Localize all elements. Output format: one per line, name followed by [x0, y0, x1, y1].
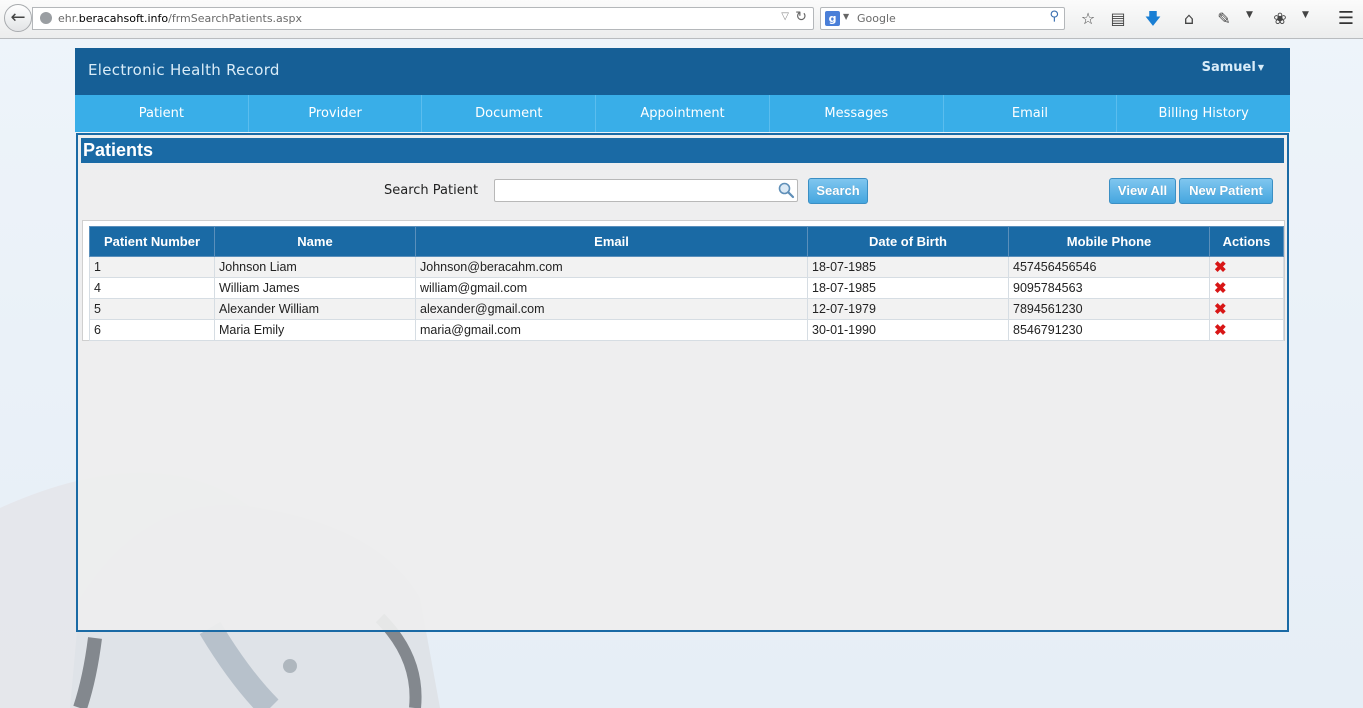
table-header-row: Patient Number Name Email Date of Birth …	[89, 226, 1284, 257]
magnifier-icon	[778, 182, 795, 199]
back-button[interactable]: ←	[4, 4, 32, 32]
cell-email: maria@gmail.com	[415, 319, 808, 341]
nav-item-provider[interactable]: Provider	[249, 95, 423, 132]
column-header-email[interactable]: Email	[415, 226, 808, 257]
search-patient-input[interactable]	[499, 181, 783, 202]
cell-patient-number: 1	[89, 256, 215, 278]
nav-item-billing-history[interactable]: Billing History	[1117, 95, 1290, 132]
column-header-actions: Actions	[1209, 226, 1284, 257]
cell-name: Maria Emily	[214, 319, 416, 341]
reload-icon[interactable]: ↻	[795, 9, 807, 25]
nav-item-document[interactable]: Document	[422, 95, 597, 132]
google-icon[interactable]: g	[825, 11, 840, 26]
download-icon[interactable]: 🡇	[1142, 8, 1164, 30]
search-button[interactable]: Search	[808, 178, 868, 204]
column-header-patient-number[interactable]: Patient Number	[89, 226, 215, 257]
browser-search-bar[interactable]: g ▼ Google ⚲	[820, 7, 1065, 30]
nav-item-messages[interactable]: Messages	[770, 95, 944, 132]
search-engine-placeholder: Google	[857, 12, 896, 25]
cell-date-of-birth: 12-07-1979	[807, 298, 1009, 320]
cell-date-of-birth: 30-01-1990	[807, 319, 1009, 341]
reading-list-icon[interactable]: ▤	[1107, 8, 1129, 30]
patients-panel: Patients Search Patient Search View All …	[76, 133, 1289, 632]
column-header-name[interactable]: Name	[214, 226, 416, 257]
cell-date-of-birth: 18-07-1985	[807, 256, 1009, 278]
cell-actions: ✖	[1209, 298, 1284, 320]
bookmark-star-icon[interactable]: ☆	[1077, 8, 1099, 30]
delete-x-icon[interactable]: ✖	[1214, 280, 1227, 297]
address-bar[interactable]: ehr.beracahsoft.info/frmSearchPatients.a…	[32, 7, 814, 30]
home-icon[interactable]: ⌂	[1178, 8, 1200, 30]
cell-patient-number: 5	[89, 298, 215, 320]
patients-table-container: Patient Number Name Email Date of Birth …	[82, 220, 1285, 341]
cell-mobile-phone: 8546791230	[1008, 319, 1210, 341]
cell-patient-number: 6	[89, 319, 215, 341]
app-header: Electronic Health Record Samuel ▼	[75, 48, 1290, 95]
browser-toolbar: ← ehr.beracahsoft.info/frmSearchPatients…	[0, 0, 1363, 39]
user-name: Samuel	[1201, 60, 1256, 75]
search-patient-field[interactable]	[494, 179, 798, 202]
search-go-icon[interactable]: ⚲	[1049, 9, 1059, 24]
cell-actions: ✖	[1209, 319, 1284, 341]
cell-actions: ✖	[1209, 256, 1284, 278]
cell-email: william@gmail.com	[415, 277, 808, 299]
delete-x-icon[interactable]: ✖	[1214, 301, 1227, 318]
history-dropdown-icon[interactable]: ▽	[781, 11, 789, 22]
table-row[interactable]: 4 William James william@gmail.com 18-07-…	[89, 277, 1284, 299]
new-patient-button[interactable]: New Patient	[1179, 178, 1273, 204]
cell-email: alexander@gmail.com	[415, 298, 808, 320]
engine-dropdown-icon[interactable]: ▼	[843, 12, 849, 21]
cell-email: Johnson@beracahm.com	[415, 256, 808, 278]
main-nav: Patient Provider Document Appointment Me…	[75, 95, 1290, 132]
column-header-mobile-phone[interactable]: Mobile Phone	[1008, 226, 1210, 257]
app-title: Electronic Health Record	[88, 61, 280, 79]
nav-item-patient[interactable]: Patient	[75, 95, 249, 132]
table-row[interactable]: 1 Johnson Liam Johnson@beracahm.com 18-0…	[89, 256, 1284, 278]
cell-name: Alexander William	[214, 298, 416, 320]
cell-mobile-phone: 7894561230	[1008, 298, 1210, 320]
addon-extension-icon[interactable]: ❀	[1269, 8, 1291, 30]
user-caret-icon: ▼	[1257, 63, 1264, 72]
user-menu[interactable]: Samuel ▼	[1202, 60, 1264, 75]
cell-date-of-birth: 18-07-1985	[807, 277, 1009, 299]
cell-mobile-phone: 9095784563	[1008, 277, 1210, 299]
search-patient-label: Search Patient	[384, 183, 479, 198]
cell-name: William James	[214, 277, 416, 299]
cell-patient-number: 4	[89, 277, 215, 299]
view-all-button[interactable]: View All	[1109, 178, 1176, 204]
hamburger-menu-icon[interactable]: ☰	[1335, 8, 1357, 30]
panel-title: Patients	[81, 138, 1284, 163]
globe-icon	[40, 12, 52, 24]
addon-tool-dropdown-icon[interactable]: ▼	[1246, 10, 1253, 20]
addon-tool-icon[interactable]: ✎	[1213, 8, 1235, 30]
nav-item-email[interactable]: Email	[944, 95, 1118, 132]
cell-name: Johnson Liam	[214, 256, 416, 278]
delete-x-icon[interactable]: ✖	[1214, 259, 1227, 276]
column-header-date-of-birth[interactable]: Date of Birth	[807, 226, 1009, 257]
table-row[interactable]: 5 Alexander William alexander@gmail.com …	[89, 298, 1284, 320]
patients-table: Patient Number Name Email Date of Birth …	[89, 226, 1284, 341]
nav-item-appointment[interactable]: Appointment	[596, 95, 770, 132]
delete-x-icon[interactable]: ✖	[1214, 322, 1227, 339]
url-text: ehr.beracahsoft.info/frmSearchPatients.a…	[58, 12, 303, 25]
cell-actions: ✖	[1209, 277, 1284, 299]
table-row[interactable]: 6 Maria Emily maria@gmail.com 30-01-1990…	[89, 319, 1284, 341]
addon-extension-dropdown-icon[interactable]: ▼	[1302, 10, 1309, 20]
cell-mobile-phone: 457456456546	[1008, 256, 1210, 278]
